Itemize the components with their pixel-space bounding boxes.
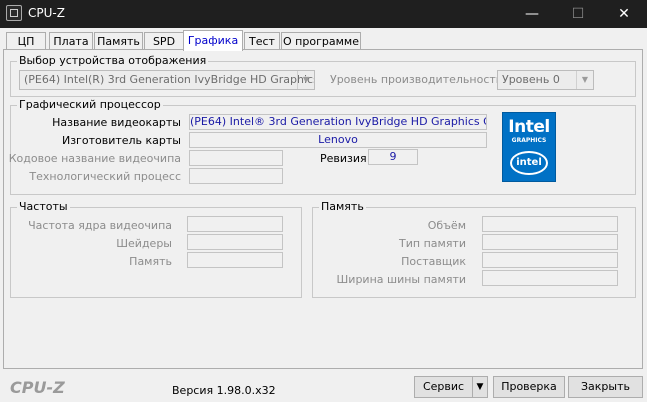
tab-cpu[interactable]: ЦП — [6, 32, 46, 50]
gpu-name-label: Название видеокарты — [52, 116, 181, 129]
validate-button[interactable]: Проверка — [493, 376, 565, 398]
tab-memory[interactable]: Память — [94, 32, 143, 50]
gpu-tech-value — [189, 168, 283, 184]
intel-logo-sub: GRAPHICS — [511, 137, 547, 144]
memory-type-label: Тип памяти — [399, 237, 466, 250]
gpu-tech-label: Технологический процесс — [29, 170, 181, 183]
memory-clock-value — [187, 252, 283, 268]
version-text: Версия 1.98.0.x32 — [172, 384, 276, 397]
memory-bus-value — [482, 270, 618, 286]
chevron-down-icon: ▼ — [576, 71, 593, 89]
memory-vendor-value — [482, 252, 618, 268]
gpu-vendor-label: Изготовитель карты — [61, 134, 181, 147]
display-device-value: (PE64) Intel(R) 3rd Generation IvyBridge… — [24, 73, 315, 86]
gpu-revision-label: Ревизия — [320, 152, 367, 165]
chevron-down-icon: ▼ — [297, 71, 314, 89]
perf-level-value: Уровень 0 — [502, 73, 560, 86]
shaders-value — [187, 234, 283, 250]
title-bar: CPU-Z — ☐ ✕ — [0, 0, 647, 28]
clocks-group-title: Частоты — [17, 200, 70, 213]
gpu-codename-label: Кодовое название видеочипа — [8, 152, 181, 165]
display-select-title: Выбор устройства отображения — [17, 54, 209, 67]
display-device-select[interactable]: (PE64) Intel(R) 3rd Generation IvyBridge… — [19, 70, 315, 90]
memory-bus-label: Ширина шины памяти — [336, 273, 466, 286]
gpu-vendor-value: Lenovo — [189, 132, 487, 148]
close-button[interactable]: Закрыть — [568, 376, 643, 398]
intel-logo-inner: intel — [510, 151, 548, 175]
memory-vendor-label: Поставщик — [401, 255, 466, 268]
tab-graphics[interactable]: Графика — [183, 30, 243, 51]
intel-logo-word: Intel — [508, 117, 550, 137]
cpu-z-app-icon — [6, 5, 22, 21]
tools-dropdown-button[interactable]: ▼ — [472, 376, 488, 398]
memory-size-label: Объём — [427, 219, 466, 232]
core-clock-value — [187, 216, 283, 232]
tab-mainboard[interactable]: Плата — [49, 32, 93, 50]
memory-size-value — [482, 216, 618, 232]
window-title: CPU-Z — [28, 6, 65, 20]
gpu-revision-value: 9 — [368, 149, 418, 165]
shaders-label: Шейдеры — [116, 237, 172, 250]
tab-spd[interactable]: SPD — [144, 32, 184, 50]
tab-bench[interactable]: Тест — [244, 32, 280, 50]
cpu-z-brand-logo: CPU-Z — [10, 378, 65, 397]
minimize-button[interactable]: — — [509, 0, 555, 28]
close-window-button[interactable]: ✕ — [601, 0, 647, 28]
tab-about[interactable]: О программе — [281, 32, 361, 50]
intel-graphics-logo: Intel GRAPHICS intel — [502, 112, 556, 182]
memory-type-value — [482, 234, 618, 250]
tools-button[interactable]: Сервис — [414, 376, 473, 398]
gpu-codename-value — [189, 150, 283, 166]
core-clock-label: Частота ядра видеочипа — [28, 219, 172, 232]
memory-clock-label: Память — [129, 255, 172, 268]
perf-level-select[interactable]: Уровень 0 ▼ — [497, 70, 594, 90]
perf-level-label: Уровень производительности — [330, 73, 503, 86]
gpu-group-title: Графический процессор — [17, 98, 163, 111]
memory-group-title: Память — [319, 200, 366, 213]
maximize-button: ☐ — [571, 6, 585, 22]
gpu-name-value: (PE64) Intel® 3rd Generation IvyBridge H… — [189, 114, 487, 130]
